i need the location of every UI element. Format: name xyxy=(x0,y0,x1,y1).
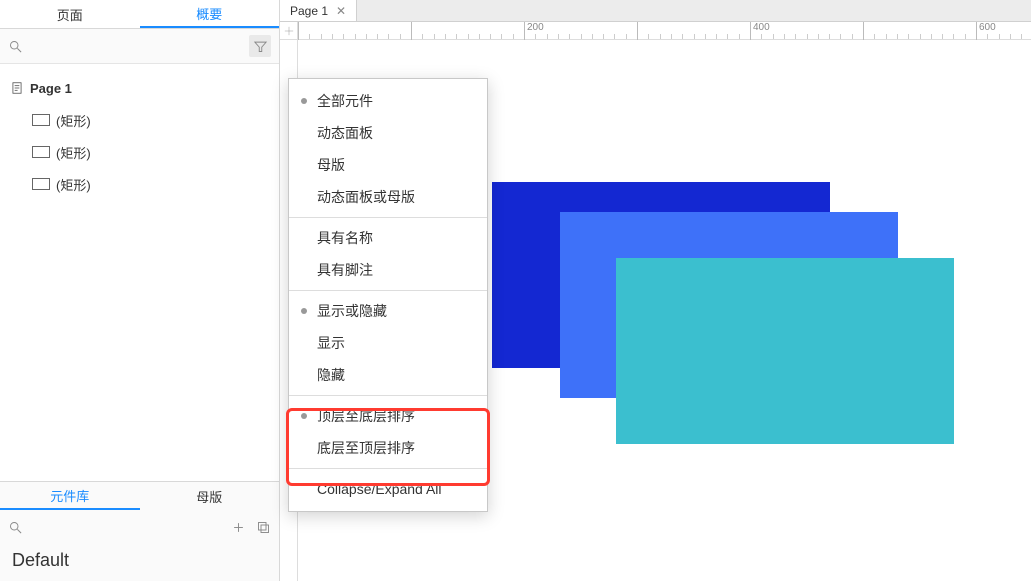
tab-pages[interactable]: 页面 xyxy=(0,0,140,28)
menu-item[interactable]: 母版 xyxy=(289,149,487,181)
menu-item-label: 全部元件 xyxy=(317,91,373,111)
menu-item[interactable]: 显示或隐藏 xyxy=(289,295,487,327)
outline-item-label: (矩形) xyxy=(56,143,91,162)
menu-item-label: 显示 xyxy=(317,333,345,353)
outline-item-label: (矩形) xyxy=(56,175,91,194)
menu-item-label: 母版 xyxy=(317,155,345,175)
menu-item[interactable]: Collapse/Expand All xyxy=(289,473,487,505)
menu-item-label: 动态面板或母版 xyxy=(317,187,415,207)
menu-item[interactable]: 隐藏 xyxy=(289,359,487,391)
outline-item[interactable]: (矩形) xyxy=(0,136,279,168)
menu-item-label: 具有名称 xyxy=(317,228,373,248)
menu-item[interactable]: 具有名称 xyxy=(289,222,487,254)
menu-item[interactable]: 底层至顶层排序 xyxy=(289,432,487,464)
rectangle-icon xyxy=(32,114,50,126)
ruler-label: 200 xyxy=(527,22,544,33)
outline-search-row xyxy=(0,29,279,64)
tab-widgets[interactable]: 元件库 xyxy=(0,482,140,510)
search-icon xyxy=(8,520,23,535)
page-tab-label: Page 1 xyxy=(290,4,328,18)
rectangle-icon xyxy=(32,146,50,158)
menu-item[interactable]: 显示 xyxy=(289,327,487,359)
close-tab-icon[interactable]: ✕ xyxy=(336,4,346,18)
outline-tree: Page 1 (矩形) (矩形) (矩形) xyxy=(0,64,279,481)
copy-icon[interactable] xyxy=(256,520,271,535)
filter-button[interactable] xyxy=(249,35,271,57)
library-section: 元件库 母版 Default xyxy=(0,481,279,581)
ruler-label: 600 xyxy=(979,22,996,33)
bullet-icon xyxy=(301,98,307,104)
menu-item[interactable]: 顶层至底层排序 xyxy=(289,400,487,432)
library-default-label[interactable]: Default xyxy=(0,544,279,581)
rectangle-icon xyxy=(32,178,50,190)
library-search-row xyxy=(0,510,279,544)
outline-root-label: Page 1 xyxy=(30,81,72,96)
menu-item-label: 显示或隐藏 xyxy=(317,301,387,321)
menu-item-label: 具有脚注 xyxy=(317,260,373,280)
library-search-input[interactable] xyxy=(33,520,221,535)
sidebar-tabs: 页面 概要 xyxy=(0,0,279,29)
page-tab[interactable]: Page 1 ✕ xyxy=(280,0,357,21)
crosshair-icon xyxy=(284,26,294,36)
bullet-icon xyxy=(301,308,307,314)
menu-item-label: 动态面板 xyxy=(317,123,373,143)
tab-masters[interactable]: 母版 xyxy=(140,482,280,510)
filter-icon xyxy=(253,39,268,54)
outline-item-label: (矩形) xyxy=(56,111,91,130)
page-icon xyxy=(10,81,24,95)
outline-search-input[interactable] xyxy=(31,39,241,54)
horizontal-ruler[interactable]: 200 400 600 xyxy=(298,22,1031,40)
menu-item-label: 隐藏 xyxy=(317,365,345,385)
filter-menu: 全部元件动态面板母版动态面板或母版具有名称具有脚注显示或隐藏显示隐藏顶层至底层排… xyxy=(288,78,488,512)
library-tabs: 元件库 母版 xyxy=(0,482,279,510)
menu-item-label: 顶层至底层排序 xyxy=(317,406,415,426)
search-icon xyxy=(8,39,23,54)
canvas-shape[interactable] xyxy=(616,258,954,444)
left-sidebar: 页面 概要 Page 1 (矩形) (矩形) xyxy=(0,0,280,581)
bullet-icon xyxy=(301,413,307,419)
menu-item-label: Collapse/Expand All xyxy=(317,481,442,497)
ruler-origin[interactable] xyxy=(280,22,298,40)
outline-item[interactable]: (矩形) xyxy=(0,168,279,200)
page-tab-strip: Page 1 ✕ xyxy=(280,0,1031,22)
menu-item-label: 底层至顶层排序 xyxy=(317,438,415,458)
menu-item[interactable]: 动态面板 xyxy=(289,117,487,149)
outline-root[interactable]: Page 1 xyxy=(0,72,279,104)
menu-item[interactable]: 具有脚注 xyxy=(289,254,487,286)
ruler-label: 400 xyxy=(753,22,770,33)
plus-icon[interactable] xyxy=(231,520,246,535)
tab-outline[interactable]: 概要 xyxy=(140,0,280,28)
outline-item[interactable]: (矩形) xyxy=(0,104,279,136)
menu-item[interactable]: 全部元件 xyxy=(289,85,487,117)
menu-item[interactable]: 动态面板或母版 xyxy=(289,181,487,213)
